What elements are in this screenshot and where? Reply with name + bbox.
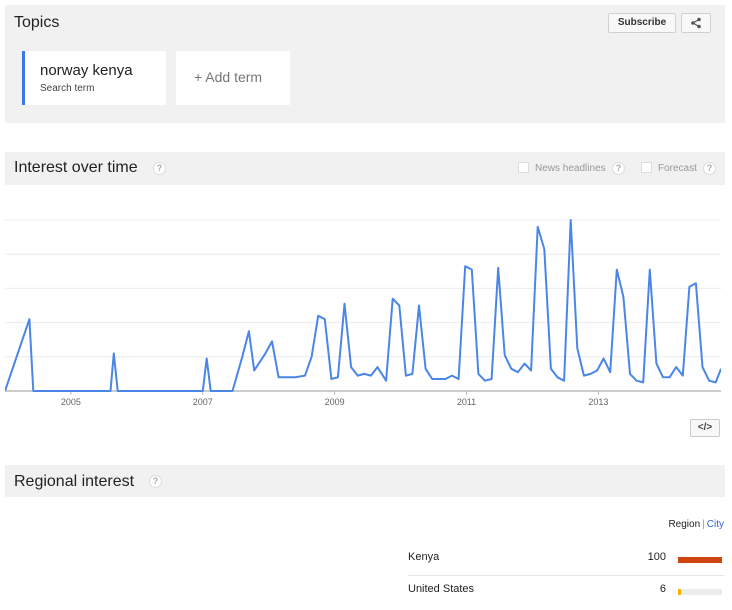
- region-row-kenya[interactable]: Kenya 100: [408, 549, 724, 569]
- x-tick-label: 2009: [325, 397, 345, 407]
- add-term-label: + Add term: [194, 69, 263, 85]
- share-icon: [691, 17, 701, 29]
- region-bar-fill: [678, 589, 681, 595]
- region-name: Kenya: [408, 551, 440, 563]
- help-icon[interactable]: ?: [153, 162, 166, 175]
- checkbox-icon: [641, 162, 652, 173]
- search-term-name: norway kenya: [40, 62, 133, 79]
- checkbox-icon: [518, 162, 529, 173]
- share-button[interactable]: [681, 13, 711, 33]
- region-toggle-link[interactable]: Region: [668, 519, 700, 530]
- region-bar-track: [678, 589, 722, 595]
- city-toggle-link[interactable]: City: [707, 519, 724, 530]
- interest-title: Interest over time: [14, 159, 138, 176]
- x-tick-label: 2007: [193, 397, 213, 407]
- subscribe-button[interactable]: Subscribe: [608, 13, 676, 33]
- search-term-card[interactable]: norway kenya Search term: [22, 51, 166, 105]
- region-bar-track: [678, 557, 722, 563]
- interest-over-time-header: Interest over time ? News headlines ? Fo…: [5, 152, 725, 185]
- forecast-checkbox[interactable]: Forecast: [641, 162, 697, 174]
- region-bar-fill: [678, 557, 722, 563]
- add-term-button[interactable]: + Add term: [176, 51, 290, 105]
- news-headlines-checkbox[interactable]: News headlines: [518, 162, 606, 174]
- region-value: 6: [659, 583, 666, 595]
- topics-panel: Topics Subscribe norway kenya Search ter…: [5, 5, 725, 123]
- row-divider: [408, 575, 724, 576]
- embed-button[interactable]: </>: [690, 419, 720, 437]
- region-city-toggle: Region | City: [668, 519, 724, 530]
- forecast-label: Forecast: [658, 163, 697, 174]
- region-name: United States: [408, 583, 475, 595]
- x-tick-label: 2013: [588, 397, 608, 407]
- regional-title: Regional interest: [14, 473, 135, 490]
- help-icon[interactable]: ?: [703, 162, 716, 175]
- search-term-sublabel: Search term: [40, 83, 95, 94]
- help-icon[interactable]: ?: [149, 475, 162, 488]
- interest-over-time-chart[interactable]: 2005 2007 2009 2011 2013: [5, 204, 721, 410]
- regional-interest-header: Regional interest ?: [5, 465, 725, 497]
- series-line-norway-kenya[interactable]: [5, 219, 721, 392]
- help-icon[interactable]: ?: [612, 162, 625, 175]
- region-row-united-states[interactable]: United States 6: [408, 581, 724, 601]
- topics-title: Topics: [14, 14, 60, 31]
- x-tick-label: 2011: [457, 397, 476, 407]
- news-headlines-label: News headlines: [535, 163, 606, 174]
- region-value: 100: [647, 551, 666, 563]
- x-tick-label: 2005: [61, 397, 81, 407]
